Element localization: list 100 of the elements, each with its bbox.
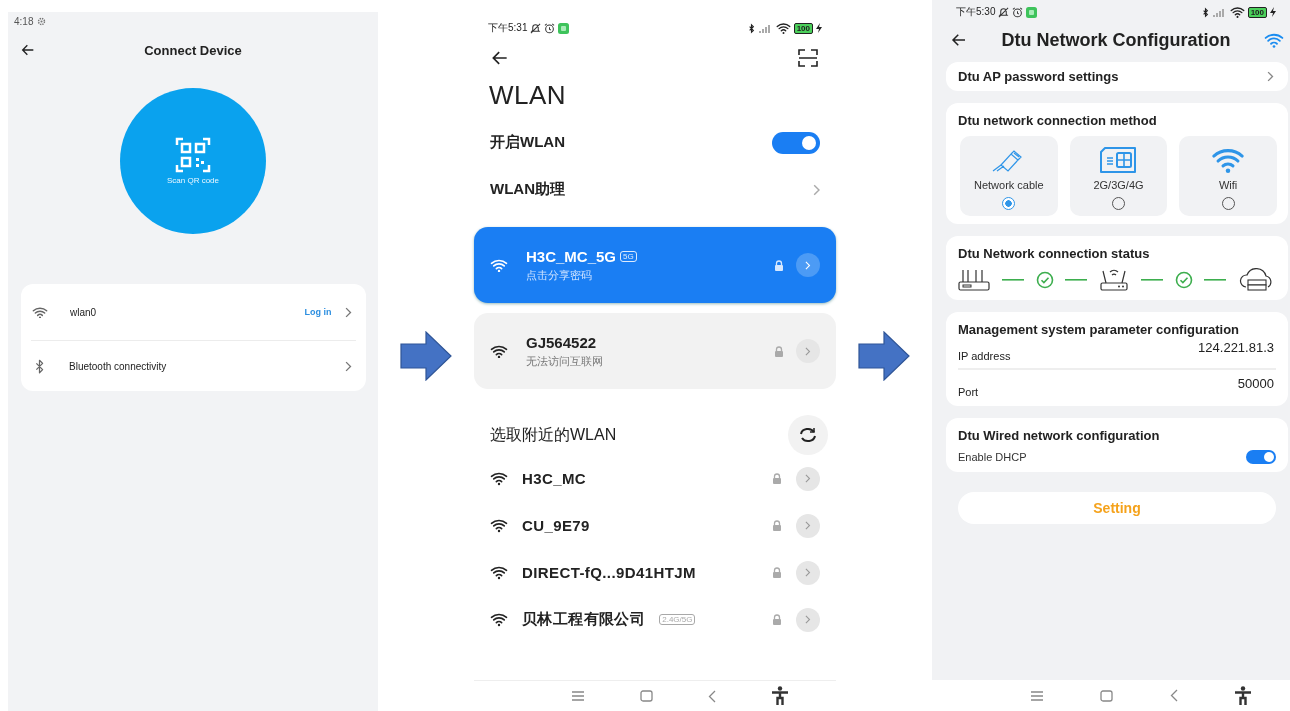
toggle-switch[interactable] [1246, 450, 1276, 464]
chevron-icon [1267, 71, 1274, 82]
sim-card-icon [1099, 147, 1138, 173]
right-arrow-icon [400, 330, 452, 381]
chevron-icon [805, 521, 811, 530]
home-icon[interactable] [1100, 689, 1114, 702]
connection-line [1140, 279, 1163, 281]
right-arrow-icon [858, 330, 910, 381]
refresh-icon [799, 427, 817, 443]
radio-button[interactable] [1002, 197, 1016, 210]
wifi-icon [490, 612, 508, 627]
app-notification-icon [558, 22, 570, 34]
card-heading: Dtu Network connection status [958, 246, 1150, 261]
page-title: WLAN [489, 80, 568, 111]
lock-icon [772, 473, 782, 484]
lock-icon [774, 345, 784, 357]
check-circle-icon [1035, 271, 1054, 289]
network-status: 点击分享密码 [526, 268, 592, 281]
field-value[interactable]: 124.221.81.3 [1198, 340, 1274, 355]
wifi-icon [32, 305, 48, 319]
router-icon [958, 268, 990, 292]
alarm-clock-icon [544, 22, 556, 34]
card-heading: Dtu Wired network configuration [958, 428, 1160, 443]
lock-icon [772, 614, 782, 625]
chevron-icon [805, 615, 811, 624]
toggle-switch[interactable] [772, 131, 820, 154]
lock-icon [772, 567, 782, 578]
chevron-icon [345, 360, 352, 372]
card-heading: Management system parameter configuration [958, 322, 1240, 337]
band-tag: 2.4G/5G [659, 614, 696, 625]
toggle-label: Enable DHCP [958, 451, 1027, 463]
menu-item[interactable]: WLAN助理 [490, 180, 565, 199]
chevron-icon [805, 260, 811, 270]
log-in-link[interactable]: Log in [304, 307, 332, 317]
home-icon[interactable] [640, 690, 654, 702]
wifi-icon [490, 343, 508, 359]
network-name[interactable]: CU_9E79 [522, 517, 590, 534]
screen-title: Dtu Network Configuration [1000, 29, 1232, 51]
gear-icon [37, 16, 47, 26]
alarm-clock-icon [1012, 6, 1024, 18]
status-time: 4:18 [14, 15, 34, 27]
saved-network-card[interactable]: GJ564522 无法访问互联网 [474, 313, 836, 389]
charging-icon [1270, 7, 1276, 17]
battery-level: 100 [793, 22, 813, 34]
section-heading: 选取附近的WLAN [490, 424, 617, 445]
wifi-icon [490, 565, 508, 580]
menu-icon[interactable] [1030, 689, 1045, 702]
connection-name[interactable]: Bluetooth connectivity [69, 360, 346, 372]
chevron-icon [805, 474, 811, 483]
option-label: Network cable [973, 179, 1044, 191]
chevron-icon [812, 183, 820, 196]
status-time: 下午5:31 [488, 21, 528, 35]
network-name[interactable]: 贝林工程有限公司 [522, 610, 646, 629]
chevron-icon [805, 346, 811, 356]
wifi-icon [1229, 6, 1245, 18]
screen-title: Connect Device [144, 42, 242, 58]
network-status: 无法访问互联网 [526, 354, 603, 367]
band-tag: 5G [620, 250, 637, 262]
muted-bell-icon [998, 6, 1010, 18]
refresh-button[interactable] [788, 415, 828, 455]
wireless-router-icon [1099, 268, 1129, 292]
wifi-icon [490, 257, 508, 273]
signal-icon [1212, 7, 1227, 17]
wifi-icon [490, 518, 508, 533]
field-value[interactable]: 50000 [1237, 376, 1274, 391]
wifi-icon [490, 471, 508, 486]
details-button[interactable] [796, 253, 820, 277]
charging-icon [816, 23, 822, 33]
option-label: Wifi [1219, 179, 1238, 191]
card-heading: Dtu network connection method [958, 113, 1157, 128]
connection-name[interactable]: wlan0 [70, 306, 305, 318]
lock-icon [772, 520, 782, 531]
signal-icon [758, 23, 773, 33]
back-icon[interactable] [950, 31, 968, 49]
app-notification-icon [1026, 6, 1038, 18]
network-name[interactable]: H3C_MC [522, 470, 587, 487]
muted-bell-icon [530, 22, 542, 34]
saved-network-card[interactable]: H3C_MC_5G 5G 点击分享密码 [474, 227, 836, 303]
field-label: IP address [958, 350, 1011, 362]
accessibility-icon[interactable] [1233, 685, 1252, 706]
row-label: Dtu AP password settings [958, 69, 1119, 84]
connection-line [1065, 279, 1088, 281]
scan-icon[interactable] [798, 49, 818, 67]
accessibility-icon[interactable] [770, 686, 789, 706]
lock-icon [774, 259, 784, 271]
ap-password-row[interactable]: Dtu AP password settings [946, 62, 1288, 91]
check-circle-icon [1174, 271, 1193, 289]
connection-line [1204, 279, 1227, 281]
back-icon[interactable] [20, 42, 36, 58]
qr-code-icon [175, 137, 211, 173]
chevron-icon [805, 568, 811, 577]
chevron-icon [345, 306, 352, 318]
menu-icon[interactable] [571, 690, 586, 702]
battery-level: 100 [1247, 6, 1267, 18]
option-label: 2G/3G/4G [1093, 179, 1144, 191]
wifi-icon[interactable] [1264, 32, 1284, 48]
toggle-label: 开启WLAN [490, 133, 565, 152]
status-time: 下午5:30 [956, 5, 996, 19]
wifi-icon [775, 22, 791, 34]
network-name[interactable]: DIRECT-fQ...9D41HTJM [522, 564, 696, 581]
